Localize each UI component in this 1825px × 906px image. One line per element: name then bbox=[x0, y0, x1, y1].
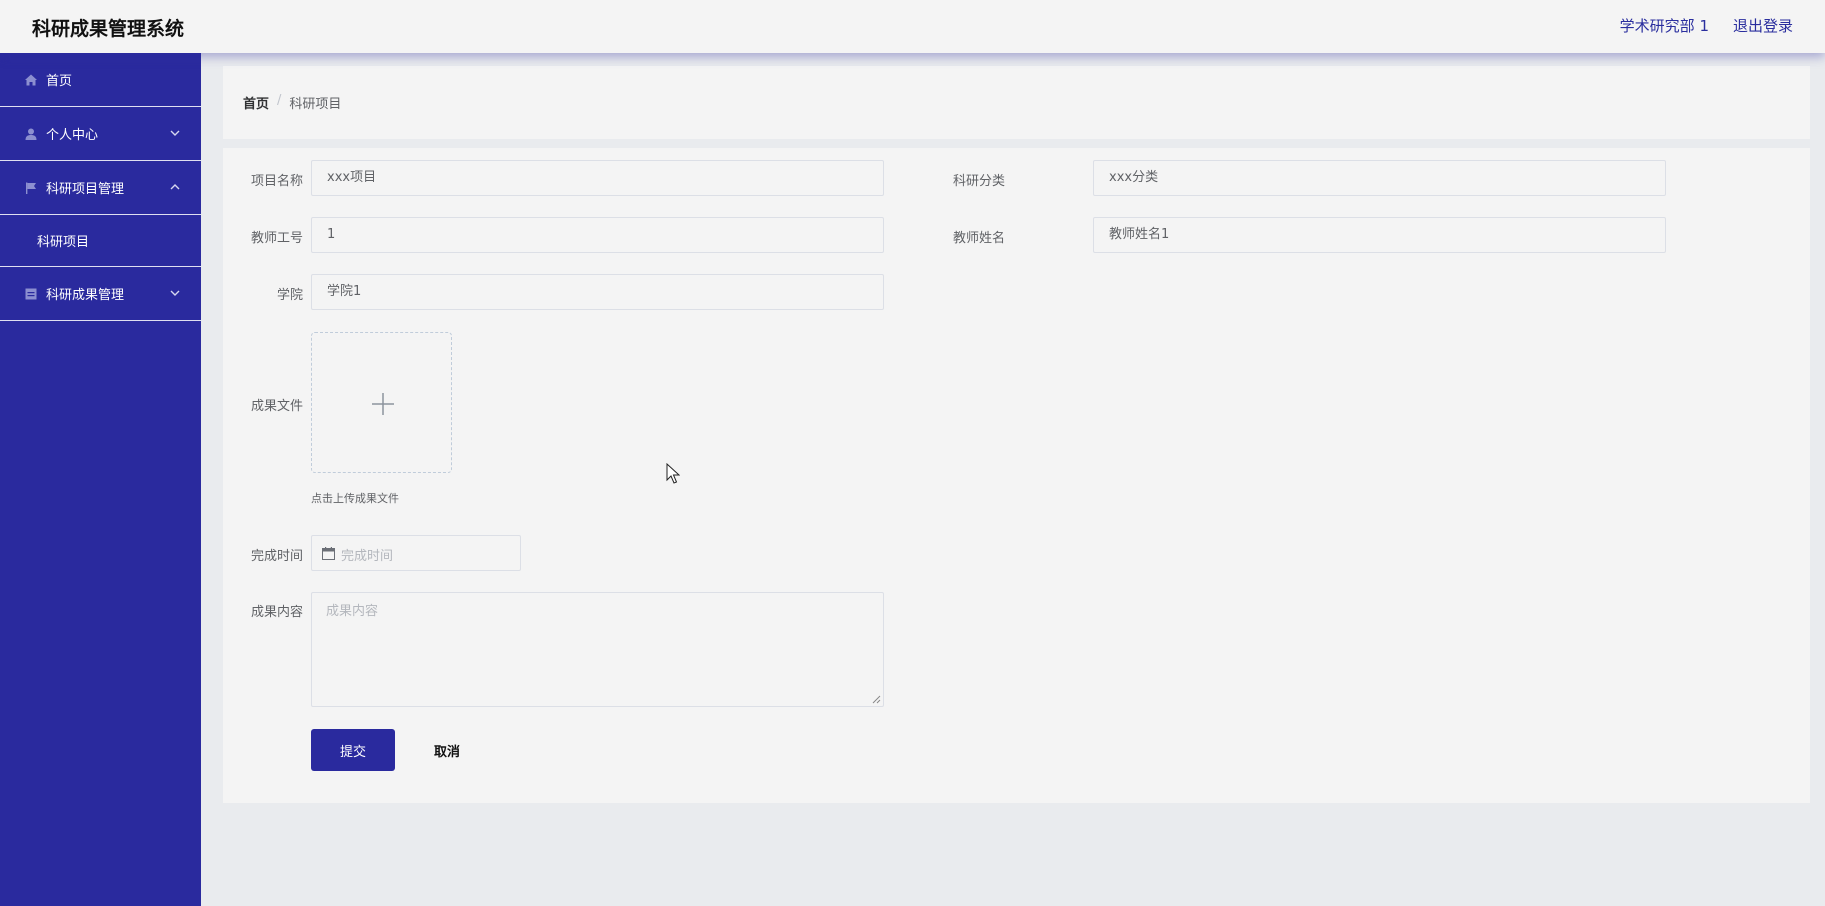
flag-icon bbox=[24, 181, 38, 195]
sidebar-item-achievement-management[interactable]: 科研成果管理 bbox=[0, 267, 201, 321]
content-label: 成果内容 bbox=[250, 605, 303, 620]
user-icon bbox=[24, 127, 38, 141]
chevron-up-icon bbox=[170, 184, 180, 190]
sidebar-item-label: 首页 bbox=[46, 74, 73, 89]
document-icon bbox=[24, 287, 38, 301]
finish-time-label: 完成时间 bbox=[250, 549, 303, 564]
college-label: 学院 bbox=[276, 288, 303, 303]
teacher-id-input[interactable]: 1 bbox=[311, 217, 884, 253]
content-textarea[interactable]: 成果内容 bbox=[311, 592, 884, 707]
breadcrumb-separator: / bbox=[277, 93, 282, 108]
project-form: 项目名称 xxx项目 科研分类 xxx分类 教师工号 1 教师姓名 教师姓名1 … bbox=[223, 148, 1810, 803]
teacher-name-input[interactable]: 教师姓名1 bbox=[1093, 217, 1666, 253]
college-input[interactable]: 学院1 bbox=[311, 274, 884, 310]
sidebar-subitem-label: 科研项目 bbox=[37, 235, 90, 250]
sidebar-subitem-projects[interactable]: 科研项目 bbox=[0, 215, 201, 267]
cancel-button[interactable]: 取消 bbox=[419, 729, 475, 771]
sidebar: 首页 个人中心 科研项目管理 科研项目 科研成果管理 bbox=[0, 53, 201, 906]
finish-time-placeholder: 完成时间 bbox=[341, 549, 394, 564]
top-bar: 科研成果管理系统 学术研究部 1 退出登录 bbox=[0, 0, 1825, 53]
sidebar-item-label: 个人中心 bbox=[46, 128, 99, 143]
logout-link[interactable]: 退出登录 bbox=[1733, 15, 1793, 36]
breadcrumb-current: 科研项目 bbox=[289, 97, 342, 112]
category-input[interactable]: xxx分类 bbox=[1093, 160, 1666, 196]
sidebar-item-home[interactable]: 首页 bbox=[0, 53, 201, 107]
home-icon bbox=[24, 73, 38, 87]
chevron-down-icon bbox=[170, 290, 180, 296]
teacher-id-label: 教师工号 bbox=[250, 231, 303, 246]
project-name-input[interactable]: xxx项目 bbox=[311, 160, 884, 196]
calendar-icon bbox=[322, 547, 335, 560]
breadcrumb-card: 首页 / 科研项目 bbox=[223, 66, 1810, 139]
sidebar-item-label: 科研成果管理 bbox=[46, 288, 125, 303]
sidebar-item-project-management[interactable]: 科研项目管理 bbox=[0, 161, 201, 215]
app-title: 科研成果管理系统 bbox=[32, 18, 185, 40]
plus-icon bbox=[372, 393, 394, 415]
project-name-label: 项目名称 bbox=[250, 174, 303, 189]
chevron-down-icon bbox=[170, 130, 180, 136]
mouse-cursor-icon bbox=[666, 463, 680, 484]
category-label: 科研分类 bbox=[952, 174, 1005, 189]
finish-time-picker[interactable]: 完成时间 bbox=[311, 535, 521, 571]
upload-hint: 点击上传成果文件 bbox=[311, 492, 399, 505]
resize-handle-icon[interactable] bbox=[872, 695, 881, 704]
teacher-name-label: 教师姓名 bbox=[952, 231, 1005, 246]
top-bar-actions: 学术研究部 1 退出登录 bbox=[1620, 15, 1793, 36]
sidebar-item-label: 科研项目管理 bbox=[46, 182, 125, 197]
sidebar-item-personal-center[interactable]: 个人中心 bbox=[0, 107, 201, 161]
file-upload-box[interactable] bbox=[311, 332, 452, 473]
submit-button[interactable]: 提交 bbox=[311, 729, 395, 771]
user-name-link[interactable]: 学术研究部 1 bbox=[1620, 15, 1709, 36]
file-label: 成果文件 bbox=[250, 399, 303, 414]
breadcrumb-home[interactable]: 首页 bbox=[243, 93, 269, 112]
breadcrumb: 首页 / 科研项目 bbox=[243, 93, 341, 112]
content-placeholder: 成果内容 bbox=[326, 604, 379, 619]
